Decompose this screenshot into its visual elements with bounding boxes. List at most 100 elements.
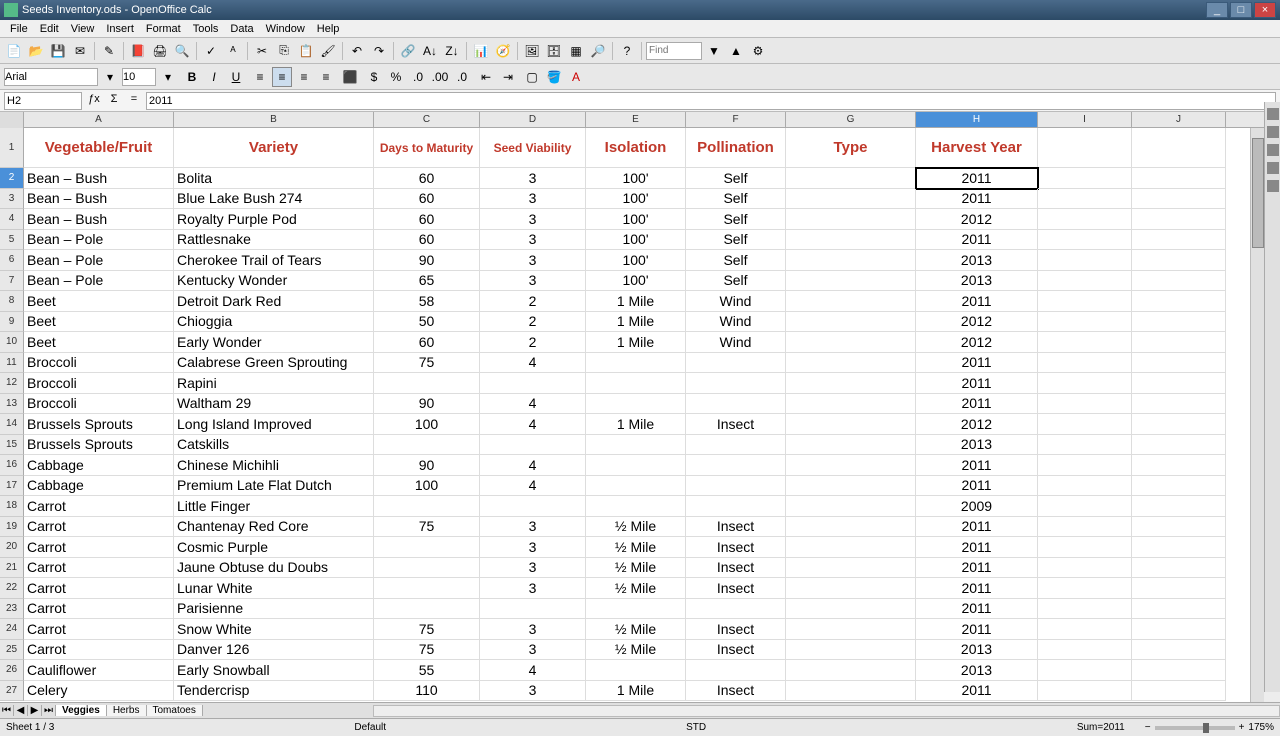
zoom-out-icon[interactable]: − (1145, 722, 1151, 733)
zoom-in-icon[interactable]: + (1239, 722, 1245, 733)
cell[interactable]: 2013 (916, 271, 1038, 292)
menu-format[interactable]: Format (140, 23, 187, 35)
col-header-d[interactable]: D (480, 112, 586, 127)
cell[interactable]: 75 (374, 619, 480, 640)
cell[interactable]: 2 (480, 312, 586, 333)
header-cell[interactable] (1038, 128, 1132, 168)
cell[interactable]: Bean – Pole (24, 250, 174, 271)
cell[interactable]: Chioggia (174, 312, 374, 333)
minimize-button[interactable]: _ (1206, 2, 1228, 18)
sheet-tab-tomatoes[interactable]: Tomatoes (147, 705, 203, 716)
sidepanel-navigator-icon[interactable] (1267, 162, 1279, 174)
cell[interactable] (374, 599, 480, 620)
sort-desc-icon[interactable]: Z↓ (442, 41, 462, 61)
cell[interactable]: 110 (374, 681, 480, 702)
cell[interactable]: 50 (374, 312, 480, 333)
percent-button[interactable]: % (386, 67, 406, 87)
borders-button[interactable]: ▢ (522, 67, 542, 87)
cell[interactable]: 3 (480, 558, 586, 579)
cell[interactable]: 100' (586, 250, 686, 271)
cell[interactable]: ½ Mile (586, 640, 686, 661)
cell[interactable]: 3 (480, 168, 586, 189)
row-header[interactable]: 3 (0, 189, 24, 210)
row-header[interactable]: 2 (0, 168, 24, 189)
bgcolor-button[interactable]: 🪣 (544, 67, 564, 87)
cell[interactable]: 2011 (916, 619, 1038, 640)
cell[interactable] (786, 291, 916, 312)
cell[interactable] (1132, 312, 1226, 333)
cell[interactable]: 2011 (916, 558, 1038, 579)
cell[interactable] (1132, 681, 1226, 702)
cell[interactable] (1132, 455, 1226, 476)
cell[interactable]: 2011 (916, 230, 1038, 251)
spellcheck-icon[interactable]: ✓ (201, 41, 221, 61)
cell[interactable]: 3 (480, 537, 586, 558)
col-header-j[interactable]: J (1132, 112, 1226, 127)
formatpaint-icon[interactable]: 🖌 (318, 41, 338, 61)
cell[interactable] (786, 599, 916, 620)
cell[interactable]: 58 (374, 291, 480, 312)
cell[interactable]: 2011 (916, 455, 1038, 476)
cell[interactable] (586, 353, 686, 374)
cell[interactable]: 2011 (916, 353, 1038, 374)
help-icon[interactable]: ? (617, 41, 637, 61)
cell[interactable] (786, 209, 916, 230)
open-icon[interactable]: 📂 (26, 41, 46, 61)
function-wizard-icon[interactable]: ƒx (86, 93, 102, 109)
cell[interactable]: 3 (480, 189, 586, 210)
cell[interactable]: 60 (374, 230, 480, 251)
navigator-icon[interactable]: 🧭 (493, 41, 513, 61)
cell[interactable] (786, 230, 916, 251)
cell[interactable]: Celery (24, 681, 174, 702)
cell[interactable]: 3 (480, 640, 586, 661)
cell[interactable]: 90 (374, 250, 480, 271)
row-header[interactable]: 7 (0, 271, 24, 292)
increase-indent-button[interactable]: ⇥ (498, 67, 518, 87)
header-cell[interactable] (1132, 128, 1226, 168)
cell[interactable] (1038, 291, 1132, 312)
cell[interactable]: 2011 (916, 168, 1038, 189)
cell[interactable]: 100' (586, 271, 686, 292)
menu-edit[interactable]: Edit (34, 23, 65, 35)
row-header[interactable]: 24 (0, 619, 24, 640)
cell[interactable]: Self (686, 189, 786, 210)
cell[interactable]: Cabbage (24, 455, 174, 476)
menu-window[interactable]: Window (260, 23, 311, 35)
row-header[interactable]: 6 (0, 250, 24, 271)
cell[interactable] (1132, 476, 1226, 497)
find-all-icon[interactable]: ⚙ (748, 41, 768, 61)
scroll-thumb[interactable] (1252, 138, 1264, 248)
cell[interactable]: Bean – Pole (24, 230, 174, 251)
cell[interactable]: 2011 (916, 394, 1038, 415)
cell[interactable]: 65 (374, 271, 480, 292)
cell[interactable] (1038, 476, 1132, 497)
gallery-icon[interactable]: 🖼 (522, 41, 542, 61)
row-header[interactable]: 4 (0, 209, 24, 230)
cell[interactable] (786, 435, 916, 456)
cell[interactable] (1132, 353, 1226, 374)
cell[interactable]: Insect (686, 517, 786, 538)
cell[interactable] (686, 435, 786, 456)
sum-icon[interactable]: Σ (106, 93, 122, 109)
cell[interactable] (374, 435, 480, 456)
cell[interactable] (1132, 640, 1226, 661)
cell[interactable]: Bolita (174, 168, 374, 189)
cell[interactable]: 2013 (916, 660, 1038, 681)
cell[interactable] (586, 373, 686, 394)
cell[interactable]: 2013 (916, 435, 1038, 456)
menu-insert[interactable]: Insert (100, 23, 140, 35)
row-header[interactable]: 10 (0, 332, 24, 353)
row-header-1[interactable]: 1 (0, 128, 24, 168)
cell[interactable]: 100' (586, 189, 686, 210)
cell[interactable] (1132, 660, 1226, 681)
cell[interactable]: 100' (586, 230, 686, 251)
cell[interactable]: Carrot (24, 640, 174, 661)
cell[interactable] (1038, 640, 1132, 661)
cell[interactable] (1132, 230, 1226, 251)
font-dropdown-icon[interactable]: ▾ (100, 67, 120, 87)
horizontal-scrollbar[interactable] (373, 705, 1280, 717)
cut-icon[interactable]: ✂ (252, 41, 272, 61)
cell[interactable]: Carrot (24, 496, 174, 517)
header-cell[interactable]: Harvest Year (916, 128, 1038, 168)
cell[interactable]: 100' (586, 168, 686, 189)
